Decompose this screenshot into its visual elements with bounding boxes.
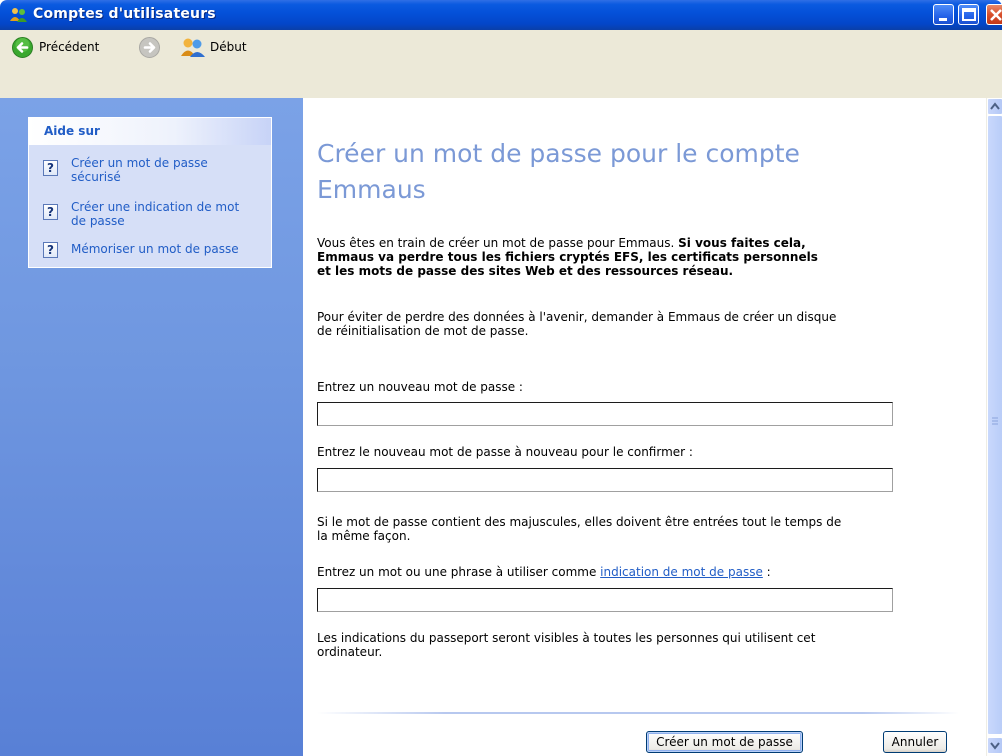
- hint-label-prefix: Entrez un mot ou une phrase à utiliser c…: [317, 565, 601, 579]
- help-item-label: Créer une indication de mot: [71, 200, 240, 214]
- user-accounts-icon: [181, 38, 205, 57]
- new-password-label: Entrez un nouveau mot de passe :: [317, 380, 523, 394]
- new-password-input[interactable]: [317, 402, 893, 426]
- close-icon: [990, 9, 1002, 21]
- back-arrow-icon: [12, 36, 33, 58]
- reset-disk-text: Pour éviter de perdre des données à l'av…: [317, 310, 907, 338]
- page-title-line: Emmaus: [317, 175, 426, 204]
- cancel-button[interactable]: Annuler: [883, 731, 947, 753]
- help-item-remember-password[interactable]: ? Mémoriser un mot de passe: [43, 242, 239, 258]
- task-pane: Aide sur ? Créer un mot de passe sécuris…: [0, 98, 303, 756]
- forward-arrow-icon: [139, 36, 160, 58]
- help-item-password-hint[interactable]: ? Créer une indication de mot de passe: [43, 200, 239, 228]
- case-line: la même façon.: [317, 529, 411, 543]
- hint-visibility-note: Les indications du passeport seront visi…: [317, 631, 907, 659]
- forward-button[interactable]: [139, 35, 160, 59]
- case-sensitivity-text: Si le mot de passe contient des majuscul…: [317, 515, 907, 543]
- create-password-button[interactable]: Créer un mot de passe: [646, 731, 803, 753]
- password-hint-link[interactable]: indication de mot de passe: [600, 565, 763, 579]
- help-box-header: Aide sur: [29, 118, 271, 145]
- warning-text: Vous êtes en train de créer un mot de pa…: [317, 236, 907, 278]
- warning-bold: Emmaus va perdre tous les fichiers crypt…: [317, 250, 818, 264]
- scroll-up-button[interactable]: [987, 98, 1002, 115]
- help-box: Aide sur ? Créer un mot de passe sécuris…: [28, 117, 272, 268]
- help-item-label: de passe: [71, 214, 125, 228]
- back-label: Précédent: [39, 40, 100, 54]
- hint-note-line: ordinateur.: [317, 645, 383, 659]
- page-title-line: Créer un mot de passe pour le compte: [317, 139, 800, 168]
- chevron-up-icon: [990, 102, 1000, 110]
- scroll-thumb[interactable]: [987, 115, 1002, 735]
- warning-bold: et les mots de passe des sites Web et de…: [317, 264, 734, 278]
- help-icon: ?: [43, 242, 58, 258]
- warning-normal: Vous êtes en train de créer un mot de pa…: [317, 236, 679, 250]
- window-title: Comptes d'utilisateurs: [33, 6, 216, 22]
- user-accounts-icon: [10, 8, 27, 22]
- help-item-secure-password[interactable]: ? Créer un mot de passe sécurisé: [43, 156, 208, 184]
- main-area: Aide sur ? Créer un mot de passe sécuris…: [0, 98, 986, 756]
- reset-line: Pour éviter de perdre des données à l'av…: [317, 310, 837, 324]
- grip-icon: [992, 417, 998, 425]
- maximize-icon: [962, 8, 976, 21]
- home-button[interactable]: Début: [180, 35, 247, 59]
- create-password-label: Créer un mot de passe: [656, 735, 793, 749]
- hint-label: Entrez un mot ou une phrase à utiliser c…: [317, 565, 907, 579]
- toolbar: Précédent Début: [0, 30, 1002, 98]
- title-bar: Comptes d'utilisateurs: [0, 0, 1002, 30]
- maximize-button[interactable]: [958, 4, 979, 25]
- cancel-label: Annuler: [891, 735, 939, 749]
- content-pane: Créer un mot de passe pour le compte Emm…: [303, 98, 986, 756]
- vertical-scrollbar[interactable]: [986, 98, 1002, 756]
- reset-line: de réinitialisation de mot de passe.: [317, 324, 529, 338]
- confirm-password-input[interactable]: [317, 468, 893, 492]
- minimize-icon: [939, 18, 947, 21]
- page-title: Créer un mot de passe pour le compte Emm…: [317, 136, 937, 208]
- home-label: Début: [210, 40, 247, 54]
- help-item-label: sécurisé: [71, 170, 121, 184]
- help-item-label: Créer un mot de passe: [71, 156, 208, 170]
- help-item-label: Mémoriser un mot de passe: [71, 242, 239, 256]
- close-button[interactable]: [986, 4, 1002, 25]
- help-box-title: Aide sur: [44, 124, 100, 138]
- chevron-down-icon: [990, 742, 1000, 750]
- hint-label-suffix: :: [762, 565, 771, 579]
- help-icon: ?: [43, 204, 58, 220]
- help-icon: ?: [43, 160, 58, 176]
- warning-bold: Si vous faites cela,: [678, 236, 806, 250]
- minimize-button[interactable]: [933, 4, 954, 25]
- confirm-password-label: Entrez le nouveau mot de passe à nouveau…: [317, 445, 693, 459]
- hint-note-line: Les indications du passeport seront visi…: [317, 631, 816, 645]
- divider: [317, 712, 959, 714]
- scroll-down-button[interactable]: [987, 737, 1002, 754]
- case-line: Si le mot de passe contient des majuscul…: [317, 515, 842, 529]
- password-hint-input[interactable]: [317, 588, 893, 612]
- back-button[interactable]: Précédent: [12, 35, 99, 59]
